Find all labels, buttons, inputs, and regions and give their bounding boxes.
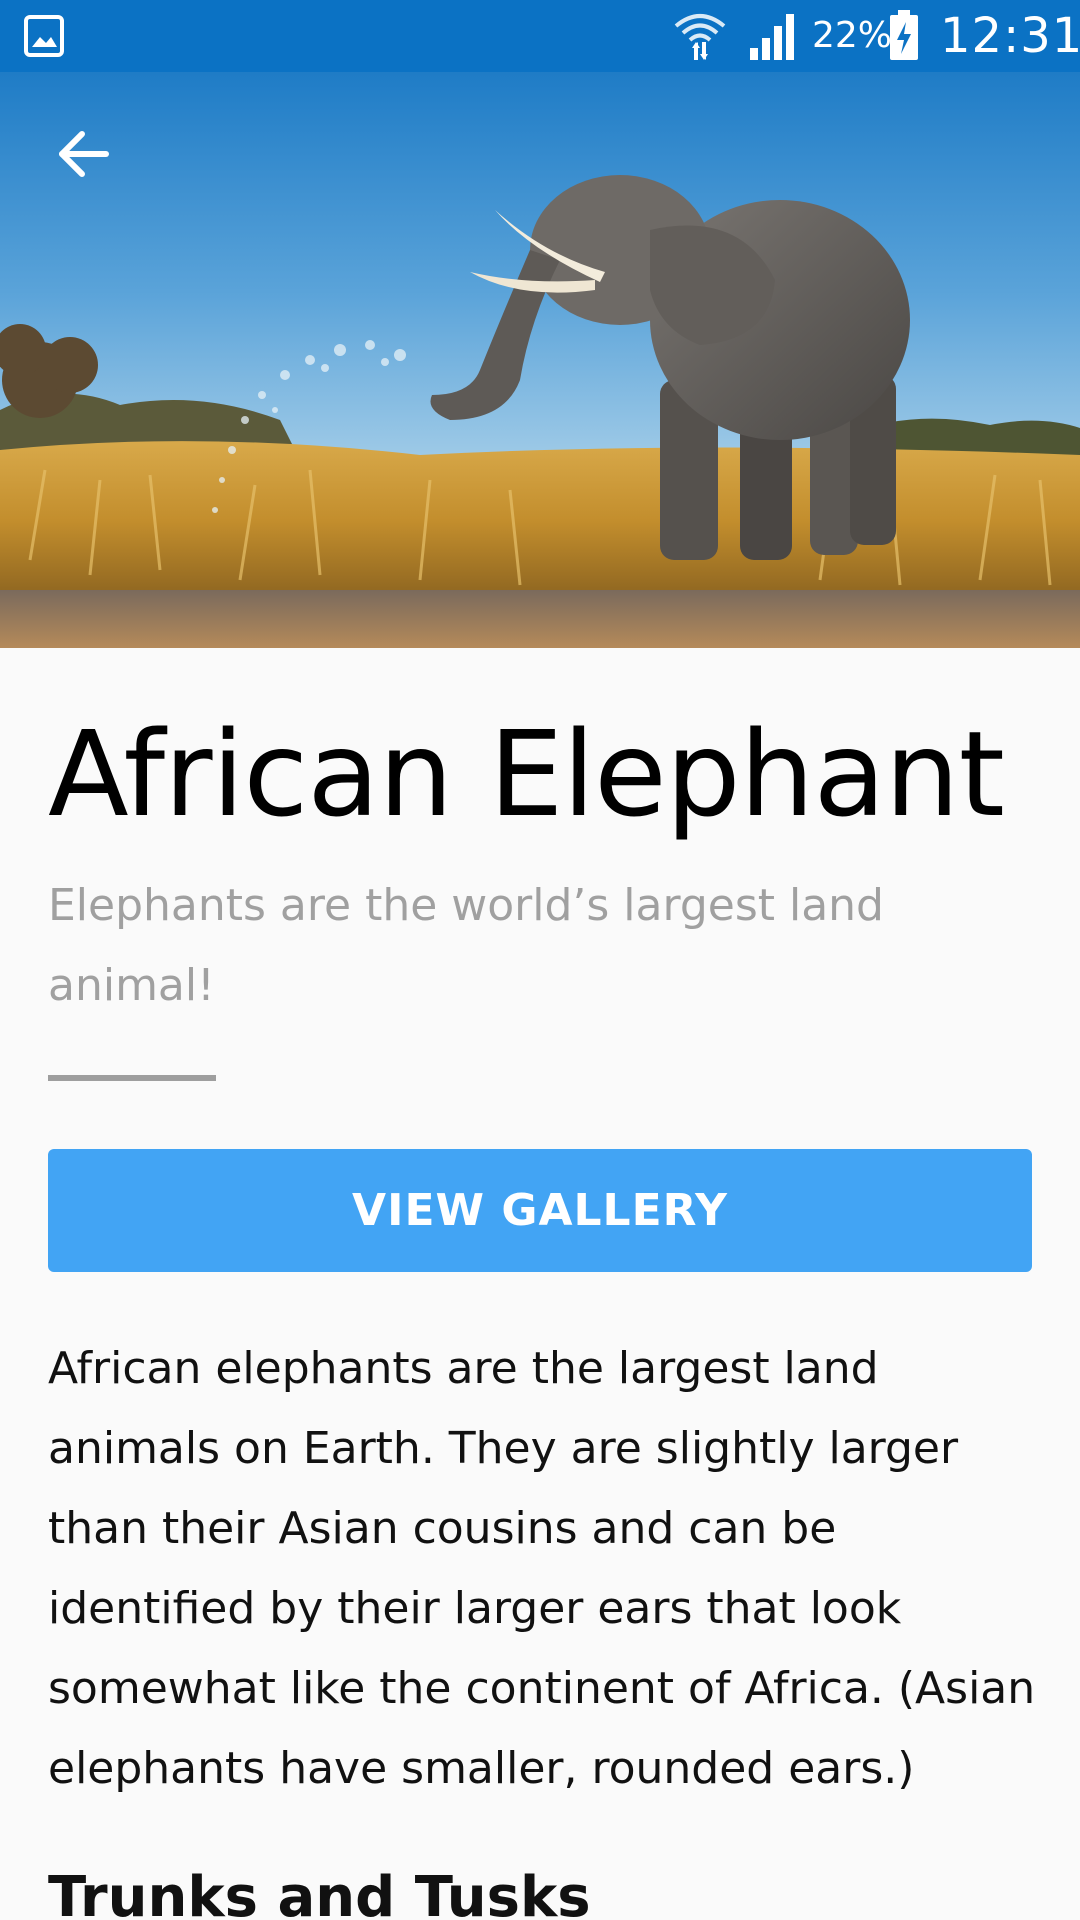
hero-image xyxy=(0,0,1080,648)
divider xyxy=(48,1075,216,1081)
back-button[interactable] xyxy=(44,116,124,196)
signal-icon xyxy=(748,12,798,60)
article-body: African elephants are the largest land a… xyxy=(48,1343,1036,1794)
wifi-icon xyxy=(672,8,728,64)
screen: 22% 12:31 African Elephant Elephants are… xyxy=(0,0,1080,1920)
page-title: African Elephant xyxy=(48,705,1005,843)
status-clock: 12:31 xyxy=(940,8,1080,64)
status-bar: 22% 12:31 xyxy=(0,0,1080,72)
battery-percent: 22% xyxy=(812,15,893,56)
view-gallery-button[interactable]: VIEW GALLERY xyxy=(48,1149,1032,1272)
page-subtitle: Elephants are the world’s largest land a… xyxy=(48,880,884,1011)
section-heading: Trunks and Tusks xyxy=(48,1865,591,1920)
gallery-notification-icon xyxy=(24,15,64,57)
battery-charging-icon xyxy=(888,10,920,62)
arrow-left-icon xyxy=(58,130,110,182)
